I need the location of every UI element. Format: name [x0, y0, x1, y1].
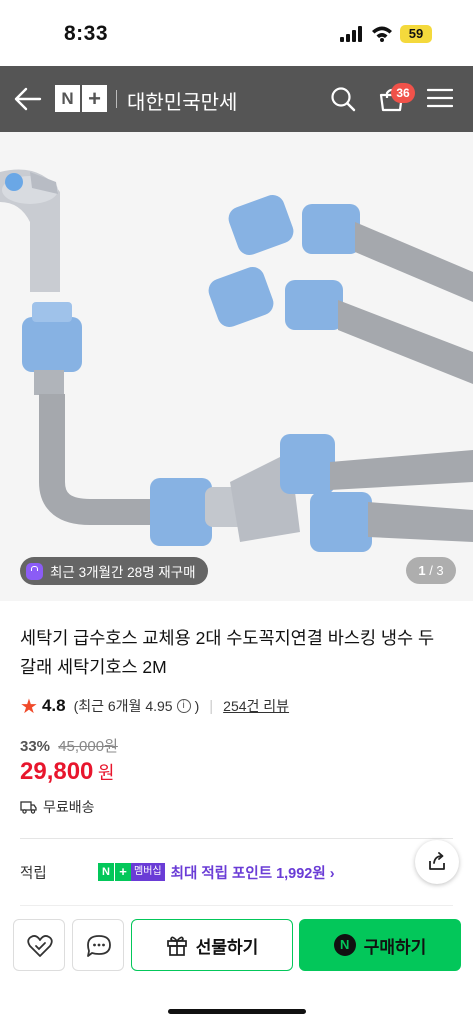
battery-indicator: 59 [400, 25, 432, 43]
cart-count-badge: 36 [391, 83, 415, 103]
hamburger-menu-icon[interactable] [427, 88, 453, 108]
points-label: 적립 [20, 865, 47, 882]
share-icon [429, 852, 445, 870]
rating-score: 4.8 [41, 696, 66, 715]
section-divider [20, 905, 453, 906]
store-name[interactable]: 대한민국만세 [127, 86, 237, 115]
talk-button[interactable] [72, 919, 124, 971]
sale-price-value: 29,800 [20, 758, 94, 785]
gift-button[interactable]: 선물하기 [131, 919, 293, 971]
shipping-info: 무료배송 [20, 797, 95, 817]
buy-label: 구매하기 [363, 937, 427, 957]
product-image [0, 169, 473, 552]
gift-label: 선물하기 [195, 937, 259, 957]
naver-plus-logo[interactable]: N + [55, 85, 107, 112]
gift-icon [166, 936, 187, 956]
status-bar: 8:33 59 [0, 0, 473, 66]
header-divider [116, 90, 117, 108]
buy-button[interactable]: N 구매하기 [299, 919, 461, 971]
points-row[interactable]: 적립 N + 멤버십 최대 적립 포인트 1,992원 › [20, 861, 420, 883]
discount-percent: 33% [20, 738, 51, 755]
product-image-carousel[interactable] [0, 132, 473, 601]
badge-n: N [98, 863, 114, 881]
shipping-text: 무료배송 [43, 799, 95, 815]
bottom-action-bar: 선물하기 N 구매하기 [0, 907, 473, 1024]
wishlist-button[interactable] [13, 919, 65, 971]
discount-row: 33% 45,000원 [20, 735, 118, 756]
max-points-link[interactable]: 최대 적립 포인트 1,992원 › [171, 862, 335, 883]
shopping-bag-icon [26, 562, 43, 580]
rating-row: ★ 4.8 (최근 6개월 4.95 i ) | 254건 리뷰 [20, 695, 289, 718]
status-time: 8:33 [64, 22, 109, 45]
badge-plus: + [115, 863, 131, 881]
repurchase-badge: 최근 3개월간 28명 재구매 [20, 557, 208, 585]
product-title: 세탁기 급수호스 교체용 2대 수도꼭지연결 바스킹 냉수 두갈래 세탁기호스 … [20, 628, 435, 677]
logo-n: N [55, 85, 80, 112]
truck-icon [20, 801, 37, 814]
share-button[interactable] [415, 840, 459, 884]
image-pager: 1 / 3 [406, 557, 456, 584]
logo-plus: + [82, 85, 107, 112]
rating-separator: | [209, 697, 214, 715]
original-price: 45,000원 [58, 738, 118, 755]
cellular-signal-icon [340, 26, 362, 42]
recent-rating: (최근 6개월 4.95 [73, 698, 173, 714]
info-icon[interactable]: i [176, 699, 191, 713]
naver-plus-membership-badge: N + 멤버십 [98, 863, 165, 881]
home-indicator [168, 1009, 306, 1014]
chat-bubble-icon [87, 935, 111, 957]
heart-check-icon [27, 935, 53, 957]
recent-rating-close: ) [194, 698, 200, 714]
naver-pay-icon: N [333, 934, 356, 956]
repurchase-text: 최근 3개월간 28명 재구매 [50, 565, 196, 580]
badge-membership: 멤버십 [131, 863, 165, 881]
back-arrow-icon[interactable] [14, 87, 42, 111]
pager-current: 1 [418, 563, 426, 578]
pager-total: / 3 [429, 563, 444, 578]
section-divider [20, 838, 453, 839]
sale-price-unit: 원 [97, 763, 115, 783]
sale-price: 29,800 원 [20, 758, 114, 786]
wifi-icon [372, 26, 392, 42]
search-icon[interactable] [330, 86, 356, 112]
star-icon: ★ [20, 695, 38, 718]
review-count-link[interactable]: 254건 리뷰 [223, 696, 289, 716]
